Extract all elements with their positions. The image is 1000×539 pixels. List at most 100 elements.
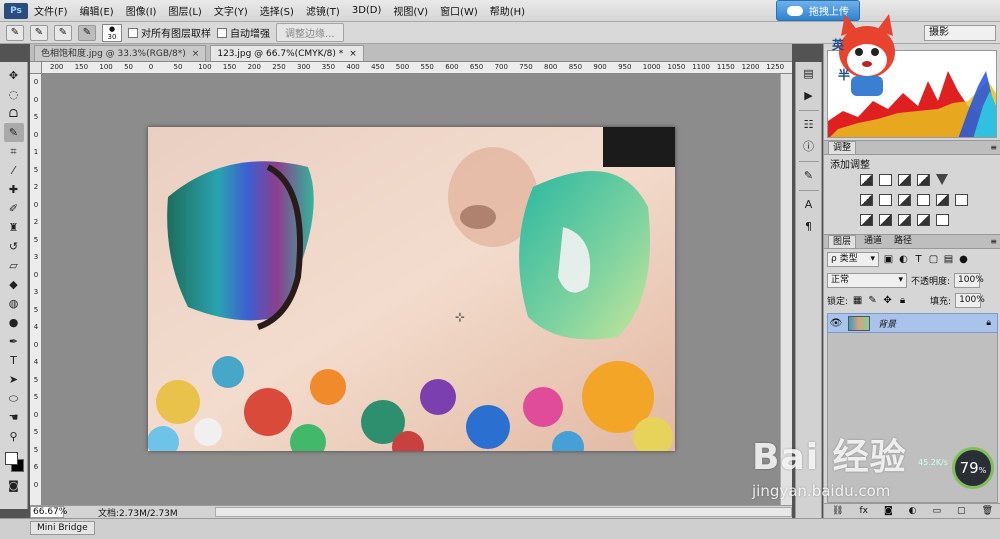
auto-enhance-checkbox[interactable]: 自动增强 [217,25,270,40]
quick-mask-icon[interactable]: ◙ [4,476,24,495]
tab-document-2[interactable]: 123.jpg @ 66.7%(CMYK/8) * × [210,45,364,61]
menu-file[interactable]: 文件(F) [28,3,74,18]
black-white-icon[interactable] [898,194,911,206]
new-layer-icon[interactable]: ▢ [957,506,966,516]
new-selection-brush-icon[interactable]: ✎ [30,24,48,41]
hue-saturation-icon[interactable] [860,194,873,206]
fill-field[interactable]: 100% [955,293,985,308]
tab-document-1[interactable]: 色相饱和度.jpg @ 33.3%(RGB/8*) × [34,45,207,61]
lock-image-icon[interactable]: ✎ [867,295,878,306]
filter-toggle-icon[interactable]: ● [958,254,969,265]
auto-enhance-box[interactable] [217,27,227,38]
menu-window[interactable]: 窗口(W) [434,3,484,18]
marquee-tool-icon[interactable]: ◌ [4,85,24,104]
eyedropper-tool-icon[interactable]: ⁄ [4,161,24,180]
menu-help[interactable]: 帮助(H) [484,3,531,18]
horizontal-scrollbar[interactable] [215,507,792,517]
paint-bucket-tool-icon[interactable]: ◆ [4,275,24,294]
color-swatches[interactable] [3,450,25,476]
filter-adjustment-icon[interactable]: ◐ [898,254,909,265]
menu-filter[interactable]: 滤镜(T) [300,3,346,18]
channel-mixer-icon[interactable] [936,194,949,206]
sample-all-layers-box[interactable] [128,27,138,38]
refine-edge-button[interactable]: 调整边缘... [276,23,344,42]
exposure-icon[interactable] [917,174,930,186]
color-balance-icon[interactable] [879,194,892,206]
menu-type[interactable]: 文字(Y) [208,3,254,18]
lock-position-icon[interactable]: ✥ [882,295,893,306]
sample-all-layers-checkbox[interactable]: 对所有图层取样 [128,25,211,40]
filter-pixel-icon[interactable]: ▣ [883,254,894,265]
move-tool-icon[interactable]: ✥ [4,66,24,85]
filter-shape-icon[interactable]: ▢ [928,254,939,265]
layer-name[interactable]: 背景 [878,317,896,330]
filter-smart-object-icon[interactable]: ▤ [943,254,954,265]
invert-icon[interactable] [860,214,873,226]
menu-image[interactable]: 图像(I) [120,3,163,18]
filter-type-icon[interactable]: T [913,254,924,265]
path-selection-tool-icon[interactable]: ➤ [4,370,24,389]
tab-layers[interactable]: 图层 [828,235,857,248]
panel-menu-icon[interactable]: ≡ [990,143,997,152]
zoom-level-field[interactable]: 66.67% [30,506,67,518]
eye-visibility-icon[interactable]: 👁︎ [828,318,844,329]
threshold-icon[interactable] [898,214,911,226]
quick-selection-tool-icon[interactable]: ✎ [3,123,24,142]
actions-panel-icon[interactable]: ▶ [800,88,818,104]
delete-layer-icon[interactable]: 🗑︎ [982,506,993,516]
lock-transparent-icon[interactable]: ▦ [852,295,863,306]
type-tool-icon[interactable]: T [4,351,24,370]
menu-layer[interactable]: 图层(L) [162,3,207,18]
tab-adjustments[interactable]: 调整 [828,141,857,154]
history-panel-icon[interactable]: ▤ [800,66,818,82]
lock-all-icon[interactable]: 🔒︎ [897,295,908,306]
ruler-origin[interactable] [30,62,42,74]
document-size[interactable]: 文档:2.73M/2.73M [98,506,178,519]
menu-select[interactable]: 选择(S) [254,3,300,18]
hand-tool-icon[interactable]: ☚ [4,408,24,427]
menu-view[interactable]: 视图(V) [387,3,434,18]
brightness-contrast-icon[interactable] [860,174,873,186]
gradient-map-icon[interactable] [917,214,930,226]
curves-icon[interactable] [898,174,911,186]
pen-tool-icon[interactable]: ✒ [4,332,24,351]
posterize-icon[interactable] [879,214,892,226]
paragraph-panel-icon[interactable]: ¶ [800,219,818,235]
panel-menu-icon[interactable]: ≡ [990,237,997,246]
brush-presets-panel-icon[interactable]: ✎ [800,168,818,184]
document-image[interactable] [148,127,675,451]
horizontal-ruler[interactable]: 200 150 100 50 0 50 100 150 200 250 300 350 400 450 50… [42,62,792,74]
ellipse-tool-icon[interactable]: ⬭ [4,389,24,408]
brush-size-picker[interactable]: ● 30 [102,23,122,42]
tab-paths[interactable]: 路径 [890,235,916,248]
vibrance-icon[interactable] [936,174,948,185]
dodge-tool-icon[interactable]: ● [4,313,24,332]
info-panel-icon[interactable]: ⓘ [800,139,818,155]
clone-stamp-tool-icon[interactable]: ♜ [4,218,24,237]
properties-panel-icon[interactable]: ☷ [800,117,818,133]
color-lookup-icon[interactable] [955,194,968,206]
levels-icon[interactable] [879,174,892,186]
tab-document-1-close-icon[interactable]: × [192,46,200,61]
workspace-select[interactable]: 摄影 [924,25,996,41]
subtract-selection-brush-icon[interactable]: ✎ [78,24,96,41]
history-brush-tool-icon[interactable]: ↺ [4,237,24,256]
add-selection-brush-icon[interactable]: ✎ [54,24,72,41]
brush-tool-icon[interactable]: ✐ [4,199,24,218]
tab-channels[interactable]: 通道 [860,235,886,248]
zoom-tool-icon[interactable]: ⚲ [4,427,24,446]
photo-filter-icon[interactable] [917,194,930,206]
performance-gauge[interactable]: 79% [952,447,994,489]
eraser-tool-icon[interactable]: ▱ [4,256,24,275]
mini-bridge-tab[interactable]: Mini Bridge [30,521,95,535]
opacity-field[interactable]: 100% [954,273,984,288]
selective-color-icon[interactable] [936,214,949,226]
menu-edit[interactable]: 编辑(E) [74,3,120,18]
layer-filter-select[interactable]: ρ 类型 ▾ [827,252,879,267]
tab-document-2-close-icon[interactable]: × [349,46,357,61]
healing-brush-tool-icon[interactable]: ✚ [4,180,24,199]
foreground-color-swatch[interactable] [4,452,18,465]
blur-tool-icon[interactable]: ◍ [4,294,24,313]
tool-preset-picker-icon[interactable]: ✎ [6,24,24,41]
character-panel-icon[interactable]: A [800,197,818,213]
